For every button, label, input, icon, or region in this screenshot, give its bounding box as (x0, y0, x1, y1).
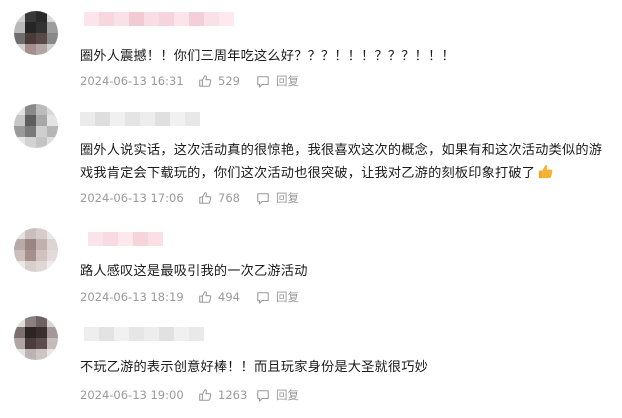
like-count: 1263 (218, 388, 248, 402)
reply-button[interactable]: 回复 (276, 190, 299, 206)
comment-text: 路人感叹这是最吸引我的一次乙游活动 (80, 264, 308, 279)
avatar[interactable] (14, 316, 58, 360)
comment-text: 圈外人震撼！！你们三周年吃这么好？？？！！！？？？！！！ (80, 49, 455, 64)
thumbs-up-outline-icon[interactable] (198, 290, 212, 304)
username-pixelated[interactable] (88, 232, 163, 246)
reply-button[interactable]: 回复 (276, 387, 299, 403)
avatar[interactable] (14, 11, 58, 55)
comment-meta: 2024-06-13 17:06 768 回复 (80, 190, 299, 206)
username-pixelated[interactable] (84, 327, 204, 341)
speech-bubble-icon[interactable] (256, 192, 270, 205)
thumbs-up-outline-icon[interactable] (198, 388, 212, 402)
comment-meta: 2024-06-13 16:31 529 回复 (80, 73, 299, 89)
username-pixelated[interactable] (80, 112, 200, 126)
comment-meta: 2024-06-13 19:00 1263 回复 (80, 387, 299, 403)
avatar[interactable] (14, 104, 58, 148)
speech-bubble-icon[interactable] (256, 75, 270, 88)
avatar[interactable] (14, 228, 58, 272)
speech-bubble-icon[interactable] (256, 389, 270, 402)
reply-button[interactable]: 回复 (276, 289, 299, 305)
thumbs-up-outline-icon[interactable] (198, 74, 212, 88)
comment-time: 2024-06-13 16:31 (80, 74, 184, 88)
comment-text: 不玩乙游的表示创意好棒！！而且玩家身份是大圣就很巧妙 (80, 360, 429, 375)
speech-bubble-icon[interactable] (256, 291, 270, 304)
reply-button[interactable]: 回复 (276, 73, 299, 89)
comment-time: 2024-06-13 17:06 (80, 191, 184, 205)
thumbs-up-outline-icon[interactable] (198, 191, 212, 205)
like-count: 529 (218, 74, 240, 88)
username-pixelated[interactable] (84, 12, 234, 26)
comment-meta: 2024-06-13 18:19 494 回复 (80, 289, 299, 305)
like-count: 768 (218, 191, 240, 205)
comment-text: 圈外人说实话，这次活动真的很惊艳，我很喜欢这次的概念，如果有和这次活动类似的游戏… (80, 143, 603, 181)
thumbs-up-emoji (539, 164, 553, 179)
comment-time: 2024-06-13 19:00 (80, 388, 184, 402)
like-count: 494 (218, 290, 240, 304)
comment-time: 2024-06-13 18:19 (80, 290, 184, 304)
